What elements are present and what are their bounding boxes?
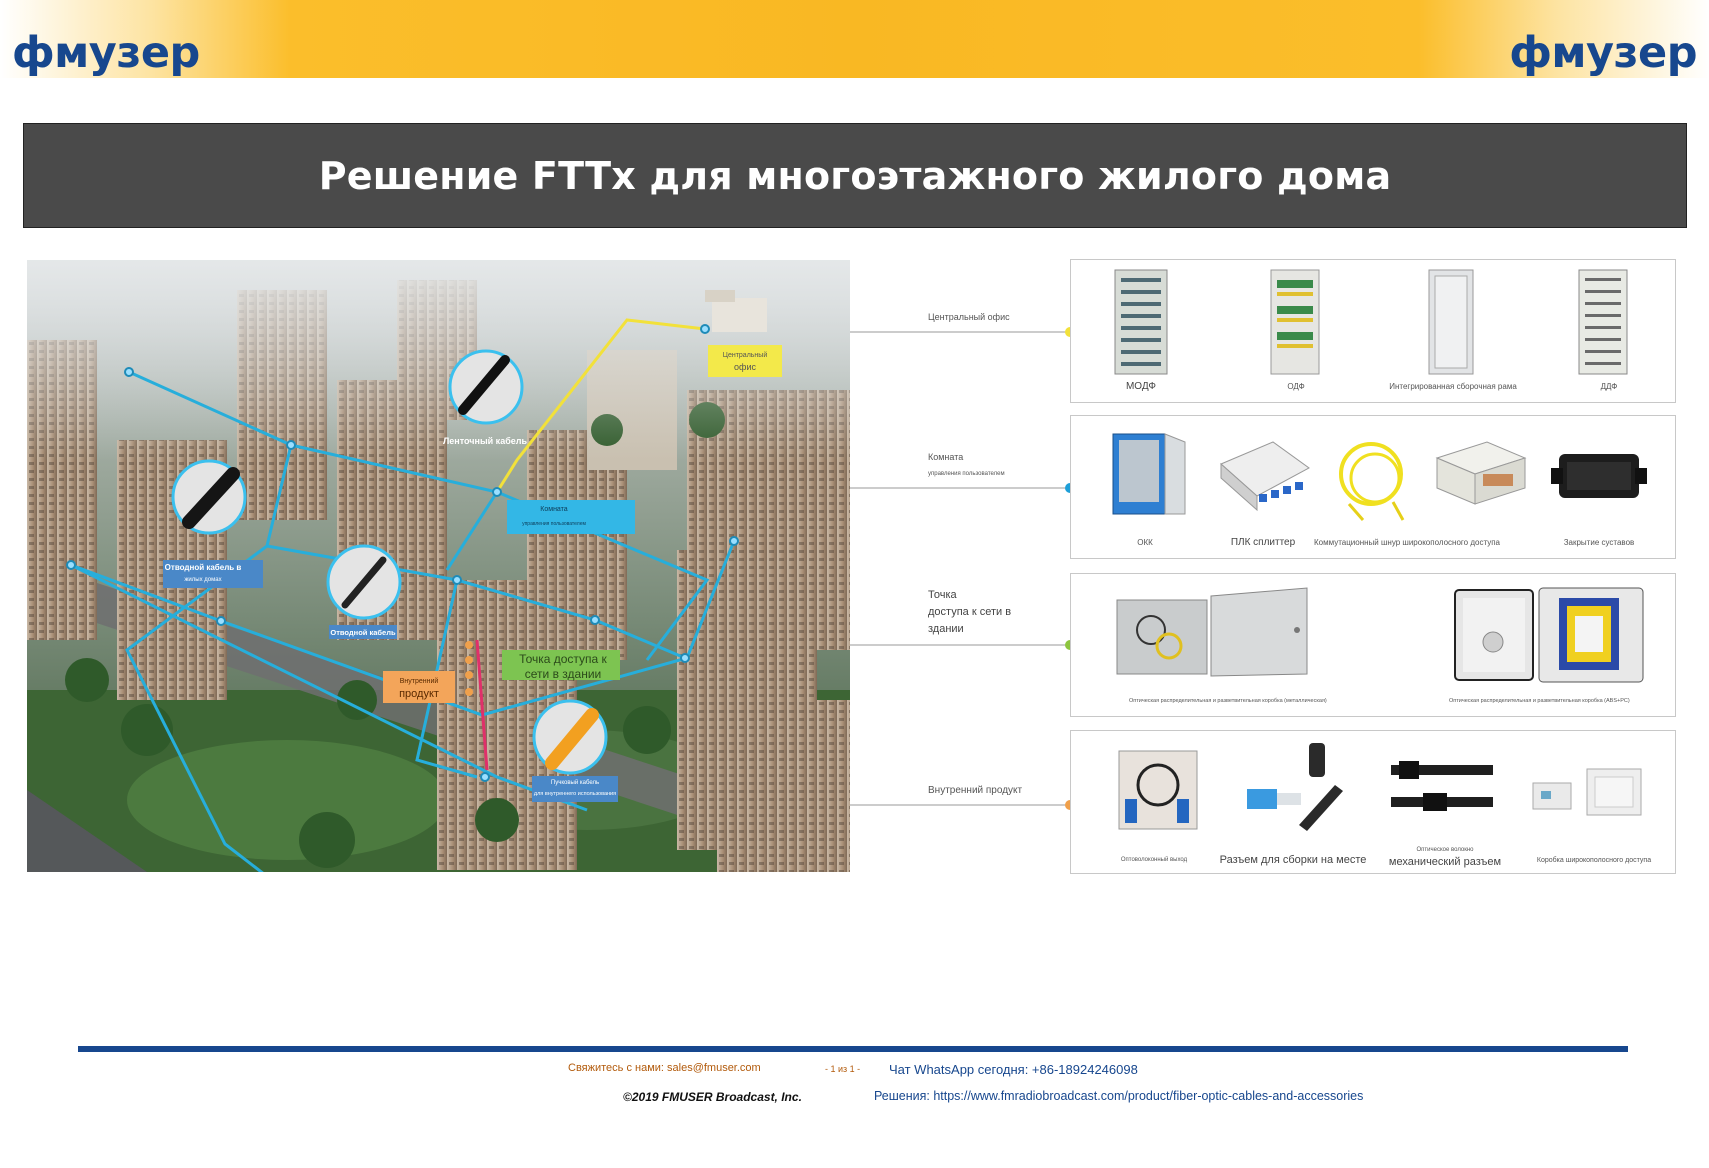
caption-patch-cord: Коммутационный шнур широкополосного дост… xyxy=(1314,538,1500,547)
label-indoor-product-l1: Внутренний xyxy=(400,677,439,685)
caption-abs-box: Оптическая распределительная и разветвит… xyxy=(1449,698,1630,704)
modf-rack-image xyxy=(1114,269,1168,375)
connector-label-access-point-l2: доступа к сети в xyxy=(928,606,1012,618)
label-bundle-cable-l2: для внутреннего использования xyxy=(534,791,616,797)
label-central-office-l2: офис xyxy=(734,362,756,372)
metal-distribution-box-image xyxy=(1116,587,1308,677)
page-title: Решение FTTx для многоэтажного жилого до… xyxy=(318,153,1392,198)
integrated-frame-image xyxy=(1428,269,1474,375)
label-drop-cable-house-l2: жилых домах xyxy=(184,577,221,583)
label-control-room-l2: управления пользователем xyxy=(522,521,586,527)
panel-access-point: Оптическая распределительная и разветвит… xyxy=(1070,573,1676,717)
footer-whatsapp[interactable]: Чат WhatsApp сегодня: +86-18924246098 xyxy=(889,1062,1138,1077)
odf-rack-image xyxy=(1270,269,1320,375)
footer-page-number: - 1 из 1 - xyxy=(825,1064,861,1074)
label-ribbon-cable: Ленточный кабель xyxy=(443,436,527,446)
label-indoor-product-l2: продукт xyxy=(399,688,439,700)
footer-contact[interactable]: Свяжитесь с нами: sales@fmuser.com xyxy=(568,1062,761,1074)
panel-control-room: ОКК ПЛК сплиттер Коммутационный шнур шир… xyxy=(1070,415,1676,559)
caption-metal-box: Оптическая распределительная и разветвит… xyxy=(1129,698,1327,704)
abs-distribution-box-image xyxy=(1454,587,1644,683)
label-drop-cable: Отводной кабель xyxy=(330,628,396,637)
fiber-outlet-image xyxy=(1118,750,1198,830)
caption-modf: МОДФ xyxy=(1125,381,1157,392)
panel-central-office: МОДФ ОДФ Интегрированная сборочная рама … xyxy=(1070,259,1676,403)
footer-copyright: ©2019 FMUSER Broadcast, Inc. xyxy=(623,1090,802,1104)
patch-cord-image xyxy=(1339,442,1405,521)
label-bundle-cable-l1: Пучковый кабель xyxy=(551,779,599,786)
connector-label-access-point-l1: Точка xyxy=(928,589,957,601)
footer-solutions-link[interactable]: Решения: https://www.fmradiobroadcast.co… xyxy=(874,1089,1363,1103)
label-central-office-l1: Центральный xyxy=(723,351,768,359)
connector-label-indoor-product: Внутренний продукт xyxy=(928,785,1023,796)
panel-indoor-product: Оптоволоконный выход Разъем для сборки н… xyxy=(1070,730,1676,874)
joint-closure-image xyxy=(1551,454,1647,498)
plc-splitter-image xyxy=(1220,441,1310,512)
field-connector-image xyxy=(1247,743,1343,831)
aerial-scene: Ленточный кабель Центральный офис Комнат… xyxy=(27,260,850,872)
broadband-box-image xyxy=(1435,441,1527,505)
label-access-point-l2: сети в здании xyxy=(525,667,601,681)
connector-label-central-office: Центральный офис xyxy=(928,312,1010,322)
connector-label-control-room-l2: управления пользователем xyxy=(928,471,1005,477)
connector-label-access-point-l3: здании xyxy=(928,623,964,635)
footer-divider xyxy=(78,1046,1628,1052)
ddf-rack-image xyxy=(1578,269,1628,375)
caption-integrated-frame: Интегрированная сборочная рама xyxy=(1389,382,1517,391)
connector-area: Центральный офис Комната управления поль… xyxy=(850,250,1080,890)
connector-label-control-room-l1: Комната xyxy=(928,452,964,462)
logo-left: фмузер xyxy=(12,28,200,78)
header-band xyxy=(0,0,1709,78)
label-access-point-l1: Точка доступа к xyxy=(519,652,607,666)
broadband-access-box-image xyxy=(1532,768,1642,816)
caption-broadband-box: Коробка широкополосного доступа xyxy=(1536,857,1652,864)
caption-ddf: ДДФ xyxy=(1600,382,1618,391)
label-control-room-l1: Комната xyxy=(540,506,568,513)
mechanical-connector-image xyxy=(1391,761,1493,811)
caption-joint-closure: Закрытие суставов xyxy=(1563,538,1635,547)
okk-cabinet-image xyxy=(1112,433,1186,515)
title-bar: Решение FTTx для многоэтажного жилого до… xyxy=(23,123,1687,228)
caption-odf: ОДФ xyxy=(1287,382,1305,391)
label-drop-cable-house-l1: Отводной кабель в xyxy=(165,563,242,572)
logo-right: фмузер xyxy=(1509,28,1697,78)
